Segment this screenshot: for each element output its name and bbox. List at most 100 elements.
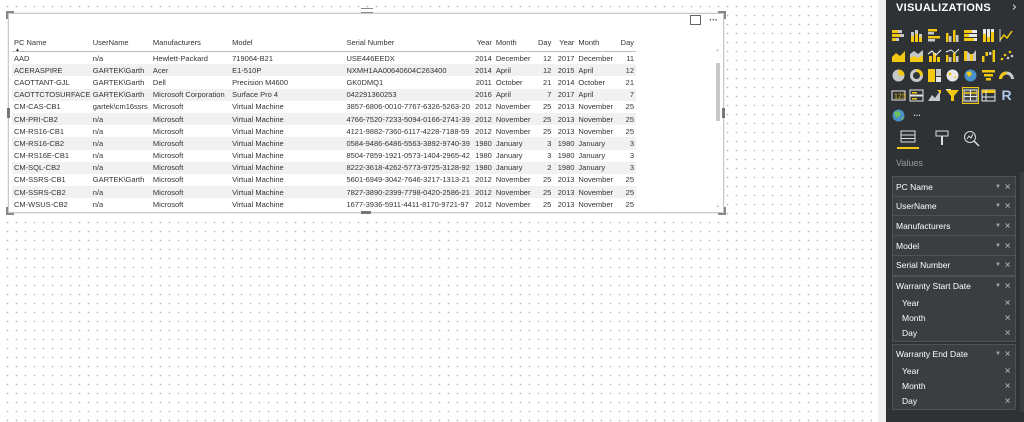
- chevron-down-icon[interactable]: ▼: [995, 184, 1001, 190]
- card-icon[interactable]: 123: [891, 88, 906, 103]
- hierarchy-level[interactable]: Year ✕: [893, 296, 1015, 311]
- column-header[interactable]: Year: [471, 34, 494, 52]
- map-icon[interactable]: [945, 68, 960, 83]
- chevron-down-icon[interactable]: ▼: [995, 223, 1001, 229]
- field-well-item[interactable]: UserName ▼ ✕: [892, 195, 1016, 217]
- resize-handle-left[interactable]: [7, 108, 10, 118]
- resize-handle-right[interactable]: [722, 108, 725, 118]
- resize-handle-bottom[interactable]: [361, 211, 371, 214]
- stacked-bar-icon[interactable]: [891, 28, 906, 43]
- treemap-icon[interactable]: [927, 68, 942, 83]
- sort-ascending-icon[interactable]: ▲: [15, 47, 20, 53]
- stacked-area-icon[interactable]: [909, 48, 924, 63]
- column-header[interactable]: Day: [618, 34, 636, 52]
- collapse-pane-icon[interactable]: ›: [1012, 0, 1017, 15]
- table-icon[interactable]: [962, 87, 979, 104]
- table-row[interactable]: CM-RS16-CB1 n/a Microsoft Virtual Machine 41…: [12, 125, 636, 137]
- more-icon[interactable]: ···: [909, 108, 924, 123]
- column-header[interactable]: UserName: [90, 34, 151, 52]
- table-row[interactable]: CM-SSRS-CB2 n/a Microsoft Virtual Machine 78…: [12, 186, 636, 199]
- focus-mode-icon[interactable]: [689, 15, 701, 25]
- 100-stacked-column-icon[interactable]: [981, 28, 996, 43]
- table-visual[interactable]: ··· PC Name ▲ UserName Manufacturers Model Se…: [6, 8, 726, 215]
- remove-level-icon[interactable]: ✕: [1004, 314, 1011, 323]
- chevron-down-icon[interactable]: ▼: [995, 351, 1001, 357]
- clustered-bar-icon[interactable]: [927, 28, 942, 43]
- vertical-scrollbar[interactable]: ⌃ ⌄: [714, 49, 722, 209]
- gauge-icon[interactable]: [999, 68, 1014, 83]
- scroll-down-icon[interactable]: ⌄: [715, 202, 720, 209]
- line-column-icon[interactable]: [927, 48, 942, 63]
- remove-field-icon[interactable]: ✕: [1004, 221, 1011, 230]
- column-header[interactable]: Model: [230, 34, 345, 52]
- pane-scrollbar[interactable]: [1020, 172, 1024, 412]
- table-row[interactable]: CAOTTCTOSURFACE GARTEK\Garth Microsoft Cor…: [12, 88, 636, 101]
- remove-field-icon[interactable]: ✕: [1004, 241, 1011, 250]
- remove-level-icon[interactable]: ✕: [1004, 367, 1011, 376]
- remove-field-icon[interactable]: ✕: [1004, 350, 1011, 359]
- table-row[interactable]: CM-CAS-CB1 gartek\cm16ssrs Microsoft Virtua…: [12, 101, 636, 113]
- remove-level-icon[interactable]: ✕: [1004, 299, 1011, 308]
- column-header[interactable]: Day: [535, 34, 554, 52]
- donut-icon[interactable]: [909, 68, 924, 83]
- field-well-item[interactable]: Serial Number ▼ ✕: [892, 254, 1016, 276]
- scrollbar-thumb[interactable]: [716, 63, 720, 121]
- hierarchy-well-item[interactable]: Warranty End Date ▼ ✕ Year ✕ Month ✕ Day ✕: [892, 343, 1016, 410]
- column-header[interactable]: Serial Number: [344, 34, 472, 52]
- remove-level-icon[interactable]: ✕: [1004, 397, 1011, 406]
- filled-map-icon[interactable]: [963, 68, 978, 83]
- column-header[interactable]: Manufacturers: [150, 34, 231, 52]
- table-row[interactable]: CM-RS16E-CB1 n/a Microsoft Virtual Machine 8…: [12, 150, 636, 162]
- table-row[interactable]: CM-SSRS-CB1 GARTEK\Garth Microsoft Virtual …: [12, 174, 636, 186]
- table-row[interactable]: CAOTTANT-GJL GARTEK\Garth Dell Precision M4…: [12, 76, 636, 88]
- resize-handle-top-right[interactable]: [718, 11, 726, 19]
- scroll-up-icon[interactable]: ⌃: [715, 49, 720, 56]
- clustered-column-icon[interactable]: [945, 28, 960, 43]
- area-chart-icon[interactable]: [891, 48, 906, 63]
- scatter-icon[interactable]: [999, 48, 1014, 63]
- 100-stacked-bar-icon[interactable]: [963, 28, 978, 43]
- hierarchy-level[interactable]: Year ✕: [893, 364, 1015, 379]
- slicer-icon[interactable]: [945, 88, 960, 103]
- chevron-down-icon[interactable]: ▼: [995, 203, 1001, 209]
- line-chart-icon[interactable]: [999, 28, 1014, 43]
- chevron-down-icon[interactable]: ▼: [995, 283, 1001, 289]
- chevron-down-icon[interactable]: ▼: [995, 262, 1001, 268]
- pie-icon[interactable]: [891, 68, 906, 83]
- remove-level-icon[interactable]: ✕: [1004, 382, 1011, 391]
- format-tab-icon[interactable]: [931, 129, 953, 147]
- field-well-item[interactable]: Model ▼ ✕: [892, 235, 1016, 257]
- table-row[interactable]: CM-PRI-CB2 n/a Microsoft Virtual Machine 476…: [12, 112, 636, 126]
- more-options-icon[interactable]: ···: [709, 14, 719, 26]
- matrix-icon[interactable]: [981, 88, 996, 103]
- hierarchy-level[interactable]: Day ✕: [893, 394, 1015, 409]
- remove-field-icon[interactable]: ✕: [1004, 182, 1011, 191]
- line-clustered-column-icon[interactable]: [945, 48, 960, 63]
- table-row[interactable]: CM-RS16-CB2 n/a Microsoft Virtual Machine 05…: [12, 137, 636, 150]
- remove-field-icon[interactable]: ✕: [1004, 202, 1011, 211]
- hierarchy-level[interactable]: Month ✕: [893, 379, 1015, 394]
- field-well-item[interactable]: Manufacturers ▼ ✕: [892, 215, 1016, 237]
- kpi-icon[interactable]: [927, 88, 942, 103]
- chevron-down-icon[interactable]: ▼: [995, 243, 1001, 249]
- column-header[interactable]: Month: [576, 34, 619, 52]
- column-header[interactable]: Year: [553, 34, 577, 52]
- stacked-column-icon[interactable]: [909, 28, 924, 43]
- column-header[interactable]: Month: [493, 34, 536, 52]
- resize-handle-top-left[interactable]: [6, 11, 14, 19]
- r-visual-icon[interactable]: R: [999, 88, 1014, 103]
- analytics-tab-icon[interactable]: [961, 129, 983, 147]
- table-row[interactable]: AAD n/a Hewlett-Packard 719064-B21 USE446EED…: [12, 52, 636, 65]
- drag-grip-icon[interactable]: [361, 8, 373, 13]
- fields-tab-icon[interactable]: [897, 129, 919, 149]
- remove-field-icon[interactable]: ✕: [1004, 261, 1011, 270]
- funnel-icon[interactable]: [981, 68, 996, 83]
- hierarchy-level[interactable]: Month ✕: [893, 311, 1015, 326]
- field-well-item[interactable]: PC Name ▼ ✕: [892, 176, 1016, 197]
- ribbon-chart-icon[interactable]: [963, 48, 978, 63]
- table-row[interactable]: CM-WSUS-CB2 n/a Microsoft Virtual Machine 16…: [12, 198, 636, 210]
- remove-level-icon[interactable]: ✕: [1004, 329, 1011, 338]
- globe-icon[interactable]: [891, 108, 906, 123]
- hierarchy-level[interactable]: Day ✕: [893, 326, 1015, 341]
- table-row[interactable]: CM-SQL-CB2 n/a Microsoft Virtual Machine 822…: [12, 161, 636, 174]
